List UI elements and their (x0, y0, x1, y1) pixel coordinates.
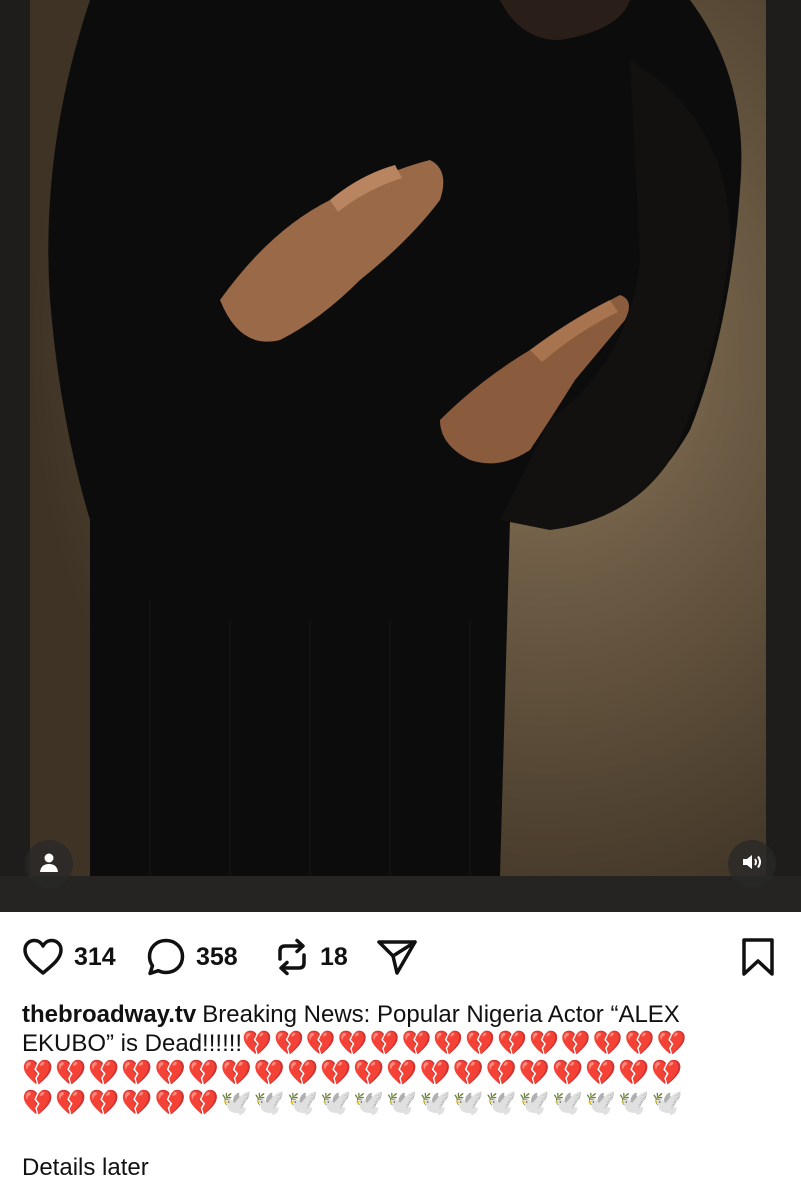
share-button[interactable] (376, 928, 418, 986)
repost-count: 18 (320, 942, 348, 971)
caption-line-2: EKUBO” is Dead!!!!!!💔💔💔💔💔💔💔💔💔💔💔💔💔💔 (22, 1029, 782, 1058)
comment-button[interactable]: 358 (146, 928, 238, 986)
post-action-bar: 314 358 18 (0, 928, 801, 986)
dove-emojis: 🕊️🕊️🕊️🕊️🕊️🕊️🕊️🕊️🕊️🕊️🕊️🕊️🕊️🕊️ (220, 1088, 685, 1117)
like-count: 314 (74, 942, 116, 971)
speech-bubble-icon (146, 937, 186, 977)
paper-plane-icon (376, 937, 418, 977)
user-tags-button[interactable] (25, 840, 73, 888)
emoji-line-3: 💔💔💔💔💔💔🕊️🕊️🕊️🕊️🕊️🕊️🕊️🕊️🕊️🕊️🕊️🕊️🕊️🕊️ (22, 1088, 782, 1120)
post-photo[interactable] (30, 0, 766, 876)
broken-heart-emojis-3: 💔💔💔💔💔💔 (22, 1088, 221, 1117)
broken-heart-emojis-1: 💔💔💔💔💔💔💔💔💔💔💔💔💔💔 (242, 1029, 689, 1057)
heart-icon (22, 938, 64, 976)
repost-arrows-icon (274, 937, 310, 977)
bookmark-icon (740, 937, 776, 977)
repost-button[interactable]: 18 (274, 928, 348, 986)
caption-text-2: EKUBO” is Dead!!!!!! (22, 1030, 243, 1057)
save-button[interactable] (740, 928, 776, 986)
person-icon (38, 851, 60, 878)
speaker-icon (740, 850, 764, 879)
post-media[interactable] (0, 0, 801, 912)
caption-line-1: thebroadway.tv Breaking News: Popular Nig… (22, 1000, 782, 1029)
like-button[interactable]: 314 (22, 928, 116, 986)
photo-illustration (30, 0, 766, 876)
post-caption: thebroadway.tv Breaking News: Popular Nig… (22, 1000, 782, 1058)
caption-details: Details later (22, 1154, 149, 1181)
comment-count: 358 (196, 942, 238, 971)
media-bottom-bar (0, 876, 801, 912)
audio-toggle-button[interactable] (728, 840, 776, 888)
post-username[interactable]: thebroadway.tv (22, 1001, 196, 1028)
broken-heart-emojis-2: 💔💔💔💔💔💔💔💔💔💔💔💔💔💔💔💔💔💔💔💔 (22, 1058, 685, 1087)
caption-text-1: Breaking News: Popular Nigeria Actor “AL… (202, 1001, 680, 1028)
